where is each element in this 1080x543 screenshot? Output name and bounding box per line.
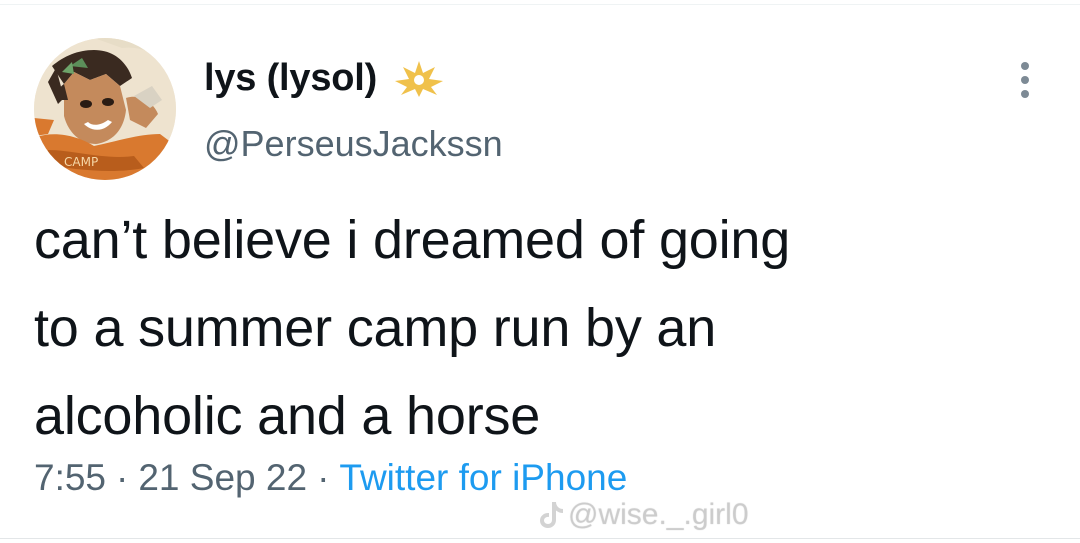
avatar[interactable]: CAMP [34,38,176,180]
tweet-meta: 7:55 · 21 Sep 22 · Twitter for iPhone [34,452,627,504]
tweet-time[interactable]: 7:55 [34,452,106,504]
tweet-card: CAMP lys (lysol) @PerseusJackssn can’t b… [0,0,1080,543]
watermark: @wise._.girl0 [538,498,749,532]
meta-separator: · [116,457,129,498]
svg-text:CAMP: CAMP [64,155,98,169]
anime-character-avatar-icon: CAMP [34,38,176,180]
top-divider [0,4,1080,5]
tweet-source-link[interactable]: Twitter for iPhone [339,452,627,504]
tweet-text: can’t believe i dreamed of going to a su… [34,196,1044,460]
tweet-text-line: to a summer camp run by an [34,298,717,358]
tweet-text-line: can’t believe i dreamed of going [34,210,791,270]
more-dot-icon [1021,90,1029,98]
more-options-button[interactable] [1008,58,1042,102]
more-dot-icon [1021,62,1029,70]
tiktok-icon [540,502,563,528]
display-name[interactable]: lys (lysol) [204,52,377,104]
tweet-date[interactable]: 21 Sep 22 [138,452,307,504]
more-dot-icon [1021,76,1029,84]
display-name-row: lys (lysol) [204,52,445,104]
meta-separator: · [317,457,330,498]
golden-emblem-icon[interactable] [393,59,445,97]
bottom-divider [0,538,1080,539]
author-handle[interactable]: @PerseusJackssn [204,120,503,168]
tweet-text-line: alcoholic and a horse [34,386,541,446]
watermark-text: @wise._.girl0 [568,498,749,531]
